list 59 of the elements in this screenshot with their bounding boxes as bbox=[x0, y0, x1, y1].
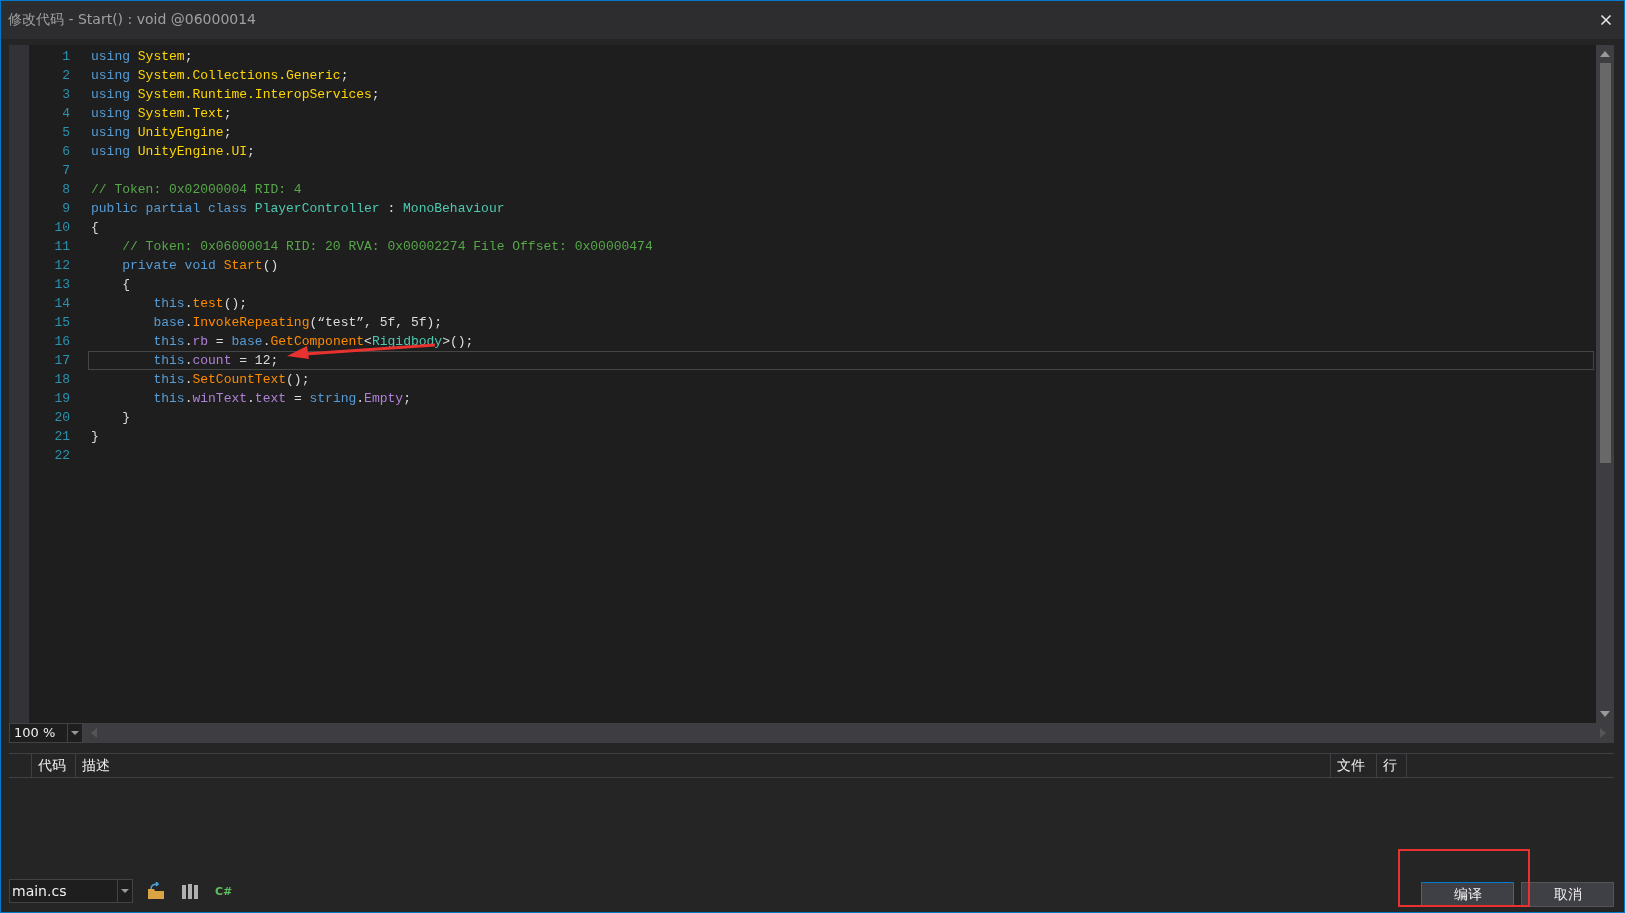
code-line: // Token: 0x06000014 RID: 20 RVA: 0x00002274 File Offset: 0x00000474 bbox=[121, 238, 654, 256]
line-number: 11 bbox=[53, 239, 70, 254]
line-number: 9 bbox=[61, 201, 70, 216]
file-dropdown[interactable]: main.cs bbox=[9, 879, 133, 903]
dialog-button[interactable]: 取消 bbox=[1521, 882, 1614, 907]
column-header[interactable]: 文件 bbox=[1330, 754, 1376, 777]
scroll-up-icon bbox=[1600, 51, 1610, 57]
books-icon bbox=[181, 882, 199, 900]
line-number: 2 bbox=[61, 68, 70, 83]
code-line: } bbox=[90, 428, 100, 446]
column-header[interactable]: 行 bbox=[1376, 754, 1406, 777]
line-number: 4 bbox=[61, 106, 70, 121]
line-number: 14 bbox=[53, 296, 70, 311]
code-line: using UnityEngine.UI; bbox=[90, 143, 256, 161]
line-number: 22 bbox=[53, 448, 70, 463]
code-line: this.winText.text = string.Empty; bbox=[152, 390, 412, 408]
line-number: 18 bbox=[53, 372, 70, 387]
column-header[interactable]: 描述 bbox=[75, 754, 1330, 777]
line-number: 5 bbox=[61, 125, 70, 140]
line-number: 8 bbox=[61, 182, 70, 197]
line-number: 12 bbox=[53, 258, 70, 273]
code-line: { bbox=[121, 276, 131, 294]
zoom-dropdown[interactable]: 100 % bbox=[9, 723, 83, 743]
language-button[interactable]: C# bbox=[209, 879, 239, 903]
code-line: private void Start() bbox=[121, 257, 280, 275]
line-number: 13 bbox=[53, 277, 70, 292]
folder-icon bbox=[147, 882, 165, 900]
line-number: 3 bbox=[61, 87, 70, 102]
line-number: 21 bbox=[53, 429, 70, 444]
vertical-scrollbar[interactable] bbox=[1596, 45, 1614, 723]
code-line: base.InvokeRepeating(“test”, 5f, 5f); bbox=[152, 314, 444, 332]
code-line: this.rb = base.GetComponent<Rigidbody>(); bbox=[152, 333, 475, 351]
code-line: using System.Text; bbox=[90, 105, 233, 123]
code-line: public partial class PlayerController : MonoBehaviour bbox=[90, 200, 506, 218]
dropdown-arrow-icon bbox=[71, 731, 79, 735]
dialog-button[interactable]: 编译 bbox=[1421, 882, 1514, 907]
dropdown-arrow-icon bbox=[121, 889, 129, 893]
line-number: 1 bbox=[61, 49, 70, 64]
line-number: 15 bbox=[53, 315, 70, 330]
line-number: 6 bbox=[61, 144, 70, 159]
line-number: 20 bbox=[53, 410, 70, 425]
close-icon bbox=[1598, 12, 1614, 28]
line-number: 10 bbox=[53, 220, 70, 235]
column-header[interactable]: 代码 bbox=[31, 754, 75, 777]
code-line: this.SetCountText(); bbox=[152, 371, 311, 389]
code-line: } bbox=[121, 409, 131, 427]
window-title: 修改代码 - Start() : void @06000014 bbox=[8, 11, 257, 29]
code-line: { bbox=[90, 219, 100, 237]
line-number: 16 bbox=[53, 334, 70, 349]
code-line: this.test(); bbox=[152, 295, 249, 313]
code-line: using System.Runtime.InteropServices; bbox=[90, 86, 381, 104]
code-line: using UnityEngine; bbox=[90, 124, 233, 142]
scroll-down-icon bbox=[1600, 711, 1610, 717]
code-line: using System; bbox=[90, 48, 194, 66]
code-line: using System.Collections.Generic; bbox=[90, 67, 350, 85]
code-line: // Token: 0x02000004 RID: 4 bbox=[90, 181, 303, 199]
line-number: 17 bbox=[53, 353, 70, 368]
line-number: 19 bbox=[53, 391, 70, 406]
line-number: 7 bbox=[61, 163, 70, 178]
